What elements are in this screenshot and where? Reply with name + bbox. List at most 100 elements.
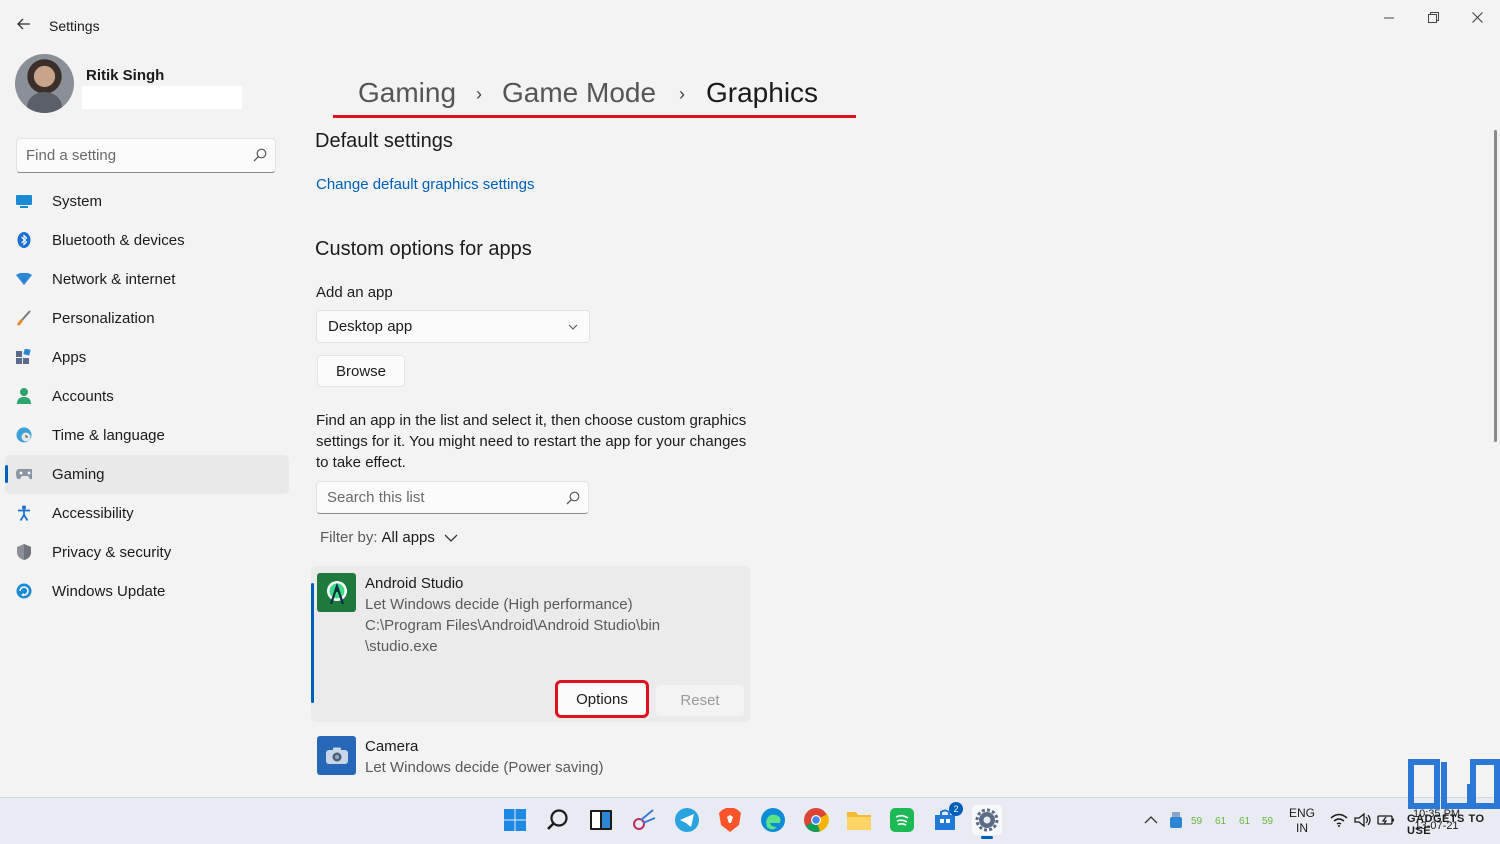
start-icon[interactable] (500, 805, 530, 835)
add-app-label: Add an app (316, 284, 393, 301)
sidebar-item-label: Accounts (52, 388, 114, 405)
breadcrumb-separator: › (476, 84, 482, 104)
chevron-down-icon (444, 534, 458, 542)
sidebar-item-label: System (52, 193, 103, 210)
chevron-up-icon[interactable] (1144, 815, 1158, 825)
list-search-box[interactable] (316, 481, 589, 514)
filter-dropdown[interactable]: Filter by: All apps (320, 529, 459, 546)
app-path: C:\Program Files\Android\Android Studio\… (365, 617, 661, 634)
chrome-icon[interactable] (801, 805, 831, 835)
sidebar-item-windows-update[interactable]: Windows Update (5, 572, 289, 611)
app-name: Android Studio (365, 575, 464, 592)
telegram-icon[interactable] (672, 805, 702, 835)
sidebar-item-network[interactable]: Network & internet (5, 260, 289, 299)
sidebar-item-apps[interactable]: Apps (5, 338, 289, 377)
app-name[interactable]: Camera (365, 738, 418, 755)
active-indicator (5, 465, 8, 483)
tray-temperature: 61 (1215, 816, 1227, 827)
sidebar-item-label: Privacy & security (52, 544, 172, 561)
watermark-text: GADGETS TO USE (1407, 813, 1485, 837)
sidebar-item-privacy[interactable]: Privacy & security (5, 533, 289, 572)
sidebar-item-label: Apps (52, 349, 87, 366)
sidebar-item-label: Personalization (52, 310, 155, 327)
app-gpu-preference: Let Windows decide (Power saving) (365, 759, 604, 776)
find-setting-input[interactable] (17, 139, 237, 172)
sidebar-item-label: Gaming (52, 466, 105, 483)
sidebar-item-label: Windows Update (52, 583, 166, 600)
person-icon (16, 388, 32, 404)
search-icon (253, 148, 267, 162)
scrollbar[interactable] (1494, 130, 1497, 442)
edge-icon[interactable] (758, 805, 788, 835)
region-code: IN (1296, 821, 1308, 835)
search-icon[interactable] (543, 805, 573, 835)
spotify-icon[interactable] (887, 805, 917, 835)
sidebar-item-label: Bluetooth & devices (52, 232, 185, 249)
store-icon[interactable]: 2 (930, 802, 963, 835)
tray-temperature: 59 (1191, 816, 1203, 827)
filter-label: Filter by: (320, 529, 378, 546)
volume-icon[interactable] (1354, 813, 1372, 827)
user-email-redacted (82, 86, 242, 109)
back-button[interactable] (12, 12, 36, 36)
bluetooth-icon (16, 232, 32, 248)
taskbar (0, 797, 1500, 844)
globe-clock-icon (16, 427, 32, 443)
sidebar-item-personalization[interactable]: Personalization (5, 299, 289, 338)
title-bar: Settings (0, 0, 1500, 50)
breadcrumb-game-mode[interactable]: Game Mode (502, 77, 656, 109)
sidebar-item-bluetooth[interactable]: Bluetooth & devices (5, 221, 289, 260)
close-icon (1471, 11, 1483, 23)
sidebar-item-accessibility[interactable]: Accessibility (5, 494, 289, 533)
language-indicator[interactable]: ENG IN (1289, 806, 1315, 836)
gamepad-icon (16, 466, 32, 482)
chevron-down-icon (568, 324, 578, 330)
language-code: ENG (1289, 806, 1316, 820)
back-arrow-icon (17, 18, 30, 30)
sidebar-item-time-language[interactable]: Time & language (5, 416, 289, 455)
brush-icon (16, 310, 32, 326)
sidebar-item-gaming[interactable]: Gaming (5, 455, 289, 494)
breadcrumb-gaming[interactable]: Gaming (358, 77, 456, 109)
restore-button[interactable] (1422, 6, 1444, 28)
dropdown-value: Desktop app (328, 318, 413, 335)
wifi-icon[interactable] (1330, 813, 1348, 827)
find-setting-box[interactable] (16, 138, 276, 173)
app-gpu-preference: Let Windows decide (High performance) (365, 596, 633, 613)
task-view-icon[interactable] (586, 805, 616, 835)
app-title: Settings (49, 18, 100, 34)
file-explorer-icon[interactable] (844, 805, 874, 835)
tray-temperature: 59 (1262, 816, 1274, 827)
custom-options-heading: Custom options for apps (315, 238, 532, 260)
usb-drive-icon[interactable] (1170, 812, 1182, 828)
list-search-input[interactable] (317, 482, 547, 513)
browse-button[interactable]: Browse (317, 355, 405, 387)
avatar[interactable] (15, 54, 74, 113)
app-type-dropdown[interactable]: Desktop app (316, 310, 590, 343)
breadcrumb-separator: › (679, 84, 685, 104)
instructions-text: Find an app in the list and select it, t… (316, 412, 747, 471)
settings-icon[interactable] (972, 805, 1002, 839)
page-title: Graphics (706, 77, 819, 108)
options-button[interactable]: Options (555, 680, 649, 718)
minimize-button[interactable] (1378, 6, 1400, 28)
sidebar-nav: System Bluetooth & devices Network & int… (0, 182, 290, 611)
sidebar-item-accounts[interactable]: Accounts (5, 377, 289, 416)
accessibility-icon (16, 505, 32, 521)
system-icon (16, 193, 32, 209)
restore-icon (1427, 11, 1439, 23)
battery-icon[interactable] (1377, 813, 1395, 827)
sidebar-item-system[interactable]: System (5, 182, 289, 221)
snipping-tool-icon[interactable] (629, 805, 659, 835)
sidebar-item-label: Time & language (52, 427, 165, 444)
close-button[interactable] (1466, 6, 1488, 28)
reset-button[interactable]: Reset (656, 685, 744, 716)
android-studio-icon (317, 573, 356, 612)
search-icon (566, 491, 580, 505)
highlight-underline (333, 115, 856, 118)
sidebar-item-label: Network & internet (52, 271, 176, 288)
update-icon (16, 583, 32, 599)
brave-icon[interactable] (715, 805, 745, 835)
wifi-icon (16, 271, 32, 287)
change-default-graphics-link[interactable]: Change default graphics settings (316, 176, 534, 193)
